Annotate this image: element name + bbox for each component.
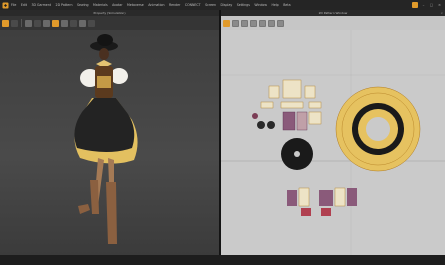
window-controls: – ▢ × (412, 2, 445, 8)
3d-garment-panel: Property (Simulation) (0, 10, 219, 255)
3d-viewport[interactable] (0, 30, 219, 255)
corset-pieces[interactable] (252, 111, 322, 131)
menu-render[interactable]: Render (169, 3, 180, 7)
skirt-circle-pieces[interactable] (335, 86, 421, 172)
edit-pattern-icon[interactable] (232, 19, 239, 27)
menu-help[interactable]: Help (271, 3, 278, 7)
menu-display[interactable]: Display (221, 3, 233, 7)
panel-title-2d: 2D Pattern Window × (221, 10, 445, 16)
panel-title-3d: Property (Simulation) (0, 10, 219, 16)
fold-icon[interactable] (43, 19, 50, 27)
avatar-figure (74, 34, 138, 244)
minimize-button[interactable]: – (421, 3, 426, 7)
menu-metaverse[interactable]: Metaverse (127, 3, 144, 7)
2d-pattern-panel: 2D Pattern Window × (221, 10, 445, 255)
texture-icon[interactable] (70, 19, 77, 27)
rectangle-icon[interactable] (268, 19, 275, 27)
menu-file[interactable]: File (11, 3, 16, 7)
pattern-layout (221, 30, 445, 255)
menu-avatar[interactable]: Avatar (112, 3, 122, 7)
menu-window[interactable]: Window (254, 3, 267, 7)
toolbar-divider (21, 19, 22, 27)
3d-toolbar (0, 16, 219, 30)
pin-icon[interactable] (52, 19, 59, 27)
menu-beta[interactable]: Beta (283, 3, 290, 7)
edit-point-icon[interactable] (241, 19, 248, 27)
menu-edit[interactable]: Edit (21, 3, 27, 7)
camera-icon[interactable] (88, 19, 95, 27)
boot-pieces[interactable] (287, 187, 357, 216)
2d-toolbar (221, 16, 445, 30)
menu-items: File Edit 3D Garment 2D Pattern Sewing M… (11, 3, 291, 7)
panel-title-2d-text: 2D Pattern Window (318, 11, 348, 15)
add-point-icon[interactable] (250, 19, 257, 27)
menu-bar: File Edit 3D Garment 2D Pattern Sewing M… (0, 0, 445, 10)
ellipse-icon[interactable] (277, 19, 284, 27)
menu-screen[interactable]: Screen (205, 3, 216, 7)
maximize-button[interactable]: ▢ (429, 3, 434, 7)
avatar-icon[interactable] (34, 19, 41, 27)
menu-3d-garment[interactable]: 3D Garment (32, 3, 52, 7)
notification-icon[interactable] (412, 2, 418, 8)
move-icon[interactable] (2, 19, 9, 27)
transform-icon[interactable] (223, 19, 230, 27)
sew-icon[interactable] (25, 19, 32, 27)
menu-2d-pattern[interactable]: 2D Pattern (56, 3, 73, 7)
measure-icon[interactable] (61, 19, 68, 27)
status-bar (0, 255, 445, 265)
2d-pattern-canvas[interactable] (221, 30, 445, 255)
menu-sewing[interactable]: Sewing (77, 3, 89, 7)
app-logo-icon[interactable] (1, 1, 9, 9)
menu-materials[interactable]: Materials (93, 3, 108, 7)
menu-connect[interactable]: CONNECT (185, 3, 201, 7)
bodice-pieces[interactable] (260, 79, 322, 109)
menu-animation[interactable]: Animation (148, 3, 164, 7)
skirt-underlay-piece[interactable] (281, 138, 313, 170)
close-button[interactable]: × (437, 3, 442, 7)
menu-settings[interactable]: Settings (237, 3, 250, 7)
view-icon[interactable] (79, 19, 86, 27)
close-icon[interactable]: × (440, 11, 443, 15)
panel-title-3d-text: Property (Simulation) (93, 11, 126, 15)
polygon-icon[interactable] (259, 19, 266, 27)
select-icon[interactable] (11, 19, 18, 27)
